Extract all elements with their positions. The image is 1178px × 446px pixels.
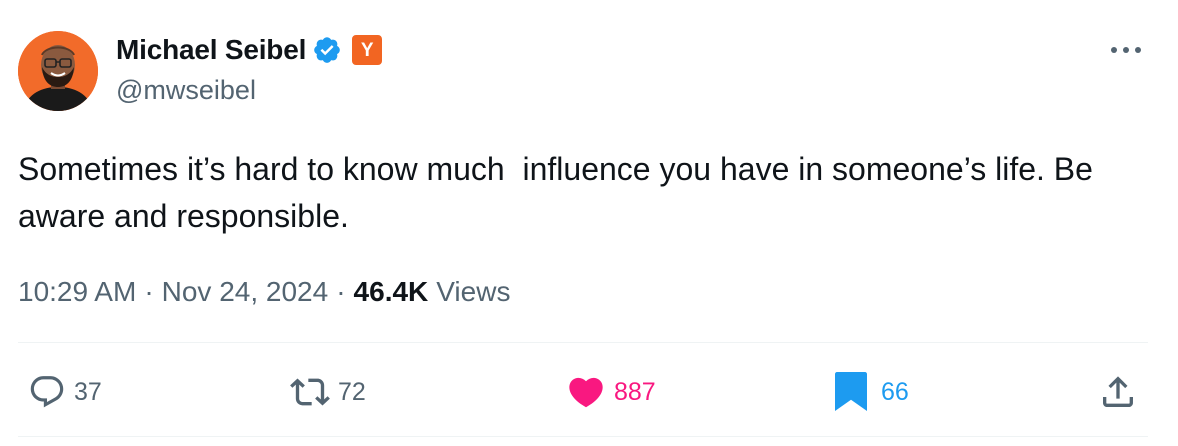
retweet-count: 72: [338, 377, 366, 406]
reply-icon: [30, 376, 64, 408]
views-label: Views: [436, 276, 511, 307]
tweet-text: Sometimes it’s hard to know much influen…: [18, 151, 1102, 234]
author-handle[interactable]: @mwseibel: [116, 75, 256, 106]
heart-icon: [569, 377, 603, 408]
more-options-button[interactable]: [1106, 38, 1146, 62]
avatar[interactable]: [18, 31, 98, 111]
author-display-name[interactable]: Michael Seibel: [116, 34, 306, 66]
retweet-button[interactable]: 72: [290, 370, 366, 414]
author-name-row: Michael Seibel Y: [116, 30, 383, 70]
meta-separator: ·: [144, 276, 154, 307]
bookmark-button[interactable]: 66: [833, 370, 909, 414]
like-count: 887: [614, 377, 656, 406]
divider: [18, 436, 1148, 437]
bookmark-icon: [835, 372, 867, 411]
reply-count: 37: [74, 377, 102, 406]
tweet-date[interactable]: Nov 24, 2024: [162, 276, 329, 308]
share-icon: [1103, 376, 1133, 407]
like-button[interactable]: 887: [566, 370, 656, 414]
meta-separator: ·: [336, 276, 346, 307]
views-count: 46.4K: [353, 276, 429, 307]
tweet-meta: 10:29 AM · Nov 24, 2024 · 46.4K Views: [18, 272, 510, 312]
avatar-image: [18, 31, 98, 111]
more-horizontal-icon: [1111, 47, 1141, 53]
affiliate-badge-icon[interactable]: Y: [352, 35, 383, 65]
divider: [18, 342, 1148, 343]
reply-button[interactable]: 37: [28, 370, 102, 414]
tweet-card: Michael Seibel Y @mwseibel Sometimes it’…: [0, 0, 1178, 446]
bookmark-count: 66: [881, 377, 909, 406]
tweet-time[interactable]: 10:29 AM: [18, 276, 136, 308]
share-button[interactable]: [1098, 370, 1138, 414]
retweet-icon: [290, 378, 330, 406]
verified-badge-icon[interactable]: [312, 35, 342, 65]
